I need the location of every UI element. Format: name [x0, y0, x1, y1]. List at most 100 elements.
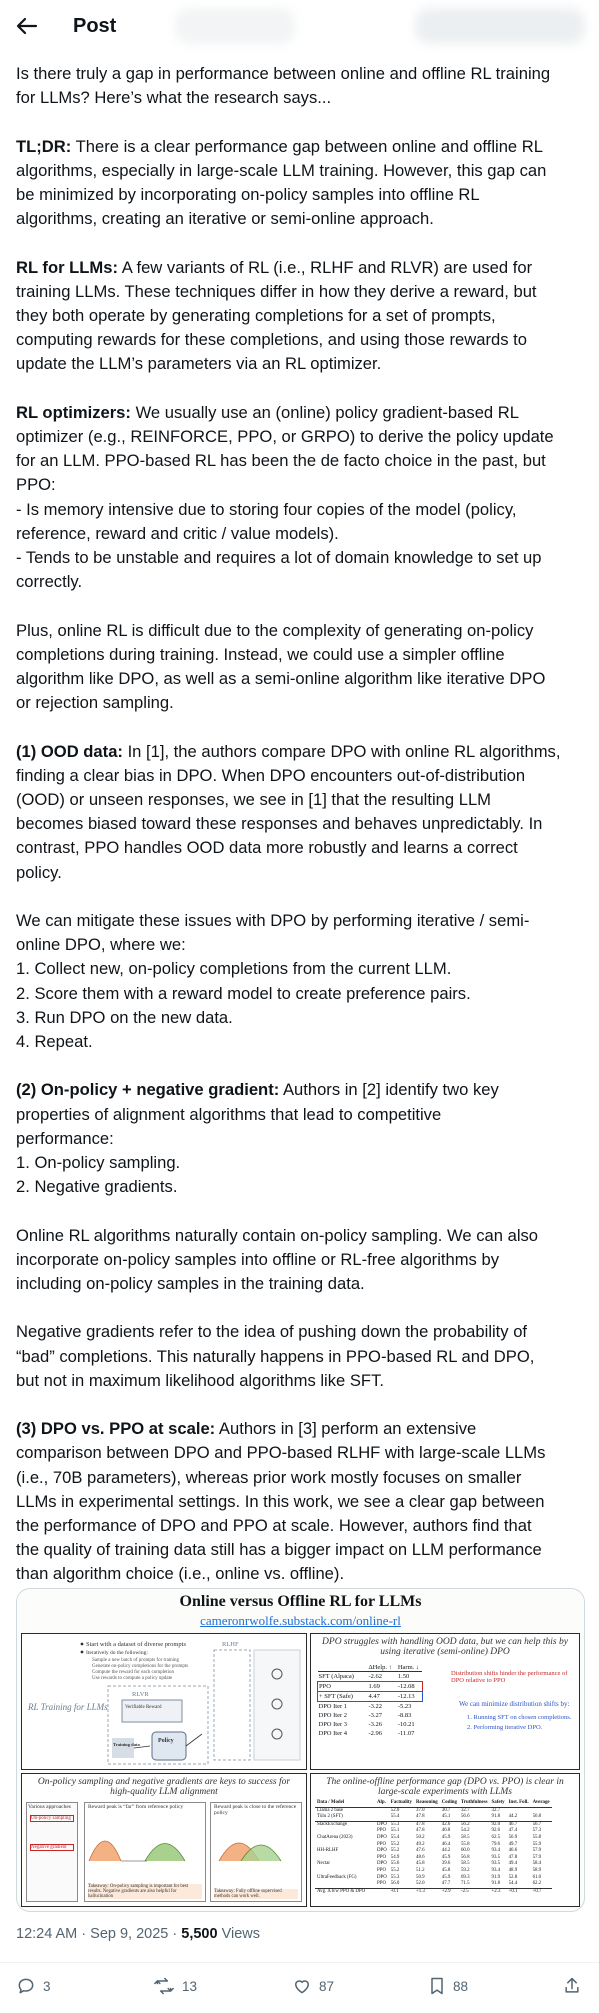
repost-button[interactable]: 13 [153, 1976, 197, 1996]
paragraph-ood: (1) OOD data: In [1], the authors compar… [16, 740, 584, 885]
table-cell: +0.7 [532, 1888, 542, 1894]
table-cell: 4.47 [368, 1693, 380, 1700]
table-cell: 47.6 [416, 1848, 425, 1854]
approaches-label: Various approaches [28, 1804, 71, 1810]
table-cell: 55.6 [390, 1861, 400, 1867]
table-cell: 55.8 [460, 1841, 470, 1847]
results-table: Data / Model Alp. Factuality Reasoning Codin… [315, 1800, 552, 1895]
text-run: A few variants of RL (i.e., RLHF and RLV… [118, 257, 533, 277]
table-cell: 55.1 [390, 1828, 400, 1834]
text-line: - Tends to be unstable and requires a lo… [16, 548, 542, 568]
back-arrow-icon[interactable] [14, 14, 40, 38]
table-cell: 49.7 [508, 1841, 518, 1847]
reply-button[interactable]: 3 [16, 1976, 51, 1996]
table-cell: 55.4 [390, 1834, 400, 1840]
rl-training-diagram: Start with a dataset of diverse prompts … [27, 1641, 301, 1765]
paragraph-online-rl: Online RL algorithms naturally contain o… [16, 1224, 584, 1297]
table-cell: 30.7 [441, 1807, 451, 1813]
text-line: algorithms, creating an iterative or sem… [16, 209, 434, 229]
mitigation-step: 2. Performing iterative DPO. [467, 1724, 543, 1731]
table-cell: PPO [377, 1881, 386, 1887]
table-cell: 46.7 [508, 1821, 518, 1827]
takeaway-2: Takeaway: Fully offline supervised metho… [214, 1889, 298, 1899]
text-line: Plus, online RL is difficult due to the … [16, 620, 534, 640]
table-cell: 61.0 [532, 1874, 542, 1880]
panel-title: On-policy sampling and negative gradient… [37, 1777, 291, 1797]
table-cell: 56.9 [508, 1834, 518, 1840]
table-cell: PPO [377, 1867, 386, 1873]
bullet-text: Iteratively do the following: [86, 1649, 148, 1656]
table-cell: 55.3 [390, 1874, 400, 1880]
table-cell: +2.3 [491, 1888, 501, 1894]
table-cell: -2.5 [460, 1888, 469, 1894]
text-run: Authors in [3] perform an extensive [215, 1419, 477, 1439]
bullet-text: Sample a new batch of prompts for traini… [92, 1658, 180, 1663]
table-cell: 55.9 [532, 1841, 542, 1847]
text-line: 1. Collect new, on-policy completions fr… [16, 959, 452, 979]
bookmark-button[interactable]: 88 [428, 1976, 468, 1996]
column-header: Factuality [390, 1800, 412, 1805]
table-cell: 47.8 [416, 1814, 425, 1820]
text-line: TL;DR: There is a clear performance gap … [16, 135, 584, 159]
paragraph-rl-for-llms: RL for LLMs: A few variants of RL (i.e.,… [16, 256, 584, 377]
table-cell: Tülu 2 (SFT) [317, 1814, 343, 1820]
table-cell: 58.4 [532, 1861, 542, 1867]
table-cell: 62.5 [491, 1834, 501, 1840]
table-cell: Avg. Δ b/w PPO & DPO [317, 1888, 366, 1894]
text-line: reference, reward and critic / value mod… [16, 523, 339, 543]
table-cell: -2.62 [368, 1673, 383, 1680]
like-button[interactable]: 87 [292, 1976, 334, 1996]
close-reward-box: Reward peak is close to the reference po… [210, 1802, 302, 1902]
table-cell: PPO [319, 1683, 331, 1690]
divider [0, 1962, 599, 1963]
table-row: Avg. Δ b/w PPO & DPO -0.1 +1.3 +2.9 -2.5 +2.3… [315, 1888, 552, 1895]
table-cell: 46.4 [441, 1841, 451, 1847]
like-count: 87 [319, 1978, 335, 1994]
column-header: ΔHelp. ↑ [368, 1664, 392, 1671]
section-label: TL;DR: [16, 136, 72, 156]
text-line: RL for LLMs: A few variants of RL (i.e.,… [16, 256, 584, 280]
reply-icon [18, 1978, 34, 1994]
column-header: Reasoning [416, 1800, 438, 1805]
table-cell: 37.0 [416, 1807, 425, 1813]
text-line: for LLMs? Here’s what the research says.… [16, 88, 332, 108]
table-cell: 54.2 [460, 1828, 470, 1834]
table-cell: 42.6 [441, 1821, 451, 1827]
table-cell [315, 1842, 375, 1849]
table-row: PPO 55.1 47.8 46.8 54.2 92.6 47.4 57.3 [315, 1828, 552, 1835]
panel-onpolicy-negative-gradient: On-policy sampling and negative gradient… [21, 1773, 307, 1907]
text-line: becomes biased toward these responses an… [16, 814, 543, 834]
table-cell: 32.7 [491, 1807, 501, 1813]
table-cell: -10.21 [397, 1721, 415, 1728]
text-line: LLMs in experimental settings. In this w… [16, 1491, 545, 1511]
table-cell: 56.8 [460, 1854, 470, 1860]
text-run: In [1], the authors compare DPO with onl… [122, 741, 561, 761]
table-row: Tülu 2 (SFT) 55.4 47.8 45.1 56.6 91.8 44.2 56.8 [315, 1814, 552, 1821]
share-button[interactable] [562, 1976, 582, 1996]
panel-rl-training: Start with a dataset of diverse prompts … [21, 1633, 307, 1770]
post-meta: 12:24 AM · Sep 9, 2025 · 5,500 Views [16, 1926, 260, 1942]
table-row: HH-RLHF DPO 55.2 47.6 44.2 60.0 93.4 46.6 57.9 [315, 1848, 552, 1855]
close-reward-plot [218, 1842, 282, 1862]
table-cell: 57.3 [532, 1828, 542, 1834]
table-row: PPO 54.9 48.6 45.9 56.8 93.5 47.8 57.9 [315, 1855, 552, 1862]
views-label: Views [217, 1926, 260, 1942]
table-cell: PPO [377, 1854, 386, 1860]
text-line: the quality of training data still has a… [16, 1540, 542, 1560]
table-cell: 45.9 [441, 1834, 451, 1840]
table-cell: 52.0 [390, 1807, 400, 1813]
table-cell [375, 1814, 389, 1821]
table-cell: DPO [377, 1861, 387, 1867]
paragraph-onpolicy: (2) On-policy + negative gradient: Autho… [16, 1078, 584, 1199]
table-cell: -5.23 [397, 1703, 412, 1710]
table-cell: 47.4 [508, 1828, 518, 1834]
column-header: Average [532, 1800, 550, 1805]
table-cell: + SFT (Safe) [319, 1693, 353, 1700]
text-line: update the LLM’s parameters via an RL op… [16, 354, 382, 374]
text-run: We usually use an (online) policy gradie… [130, 402, 519, 422]
table-row: PPO 56.0 52.0 47.7 71.5 91.8 54.4 62.2 [315, 1881, 552, 1888]
training-data-label: Training data [113, 1742, 141, 1747]
table-row: DPO Iter 3 -3.26 -10.21 [318, 1720, 423, 1729]
table-cell: Nectar [317, 1861, 331, 1867]
post-image[interactable]: Online versus Offline RL for LLMs camero… [16, 1588, 585, 1912]
